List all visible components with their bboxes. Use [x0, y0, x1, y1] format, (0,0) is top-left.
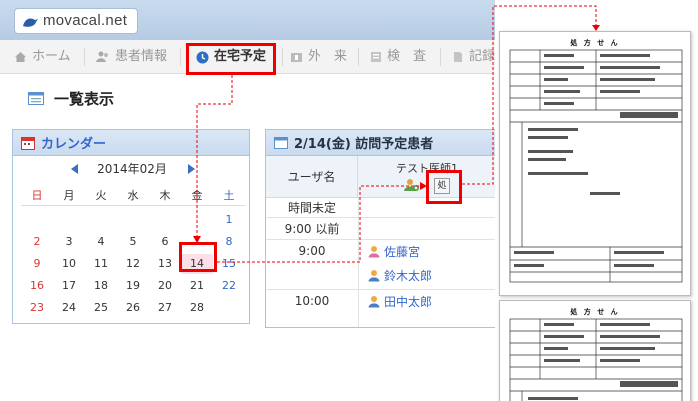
connector-day-to-print	[217, 185, 426, 263]
screenshot-stage: movacal.net ホーム 患者情報 在宅予定 外 来 検 査 記録 一覧表…	[0, 0, 698, 401]
prescription-document: 処 方 せ ん	[499, 31, 691, 296]
prescription-form-lines	[509, 49, 683, 283]
arrow-head	[420, 182, 427, 190]
arrow-head	[193, 236, 201, 243]
prescription-form-lines	[509, 318, 683, 401]
connector-nav-to-day	[196, 75, 233, 238]
prescription-document: 処 方 せ ん	[499, 300, 691, 401]
